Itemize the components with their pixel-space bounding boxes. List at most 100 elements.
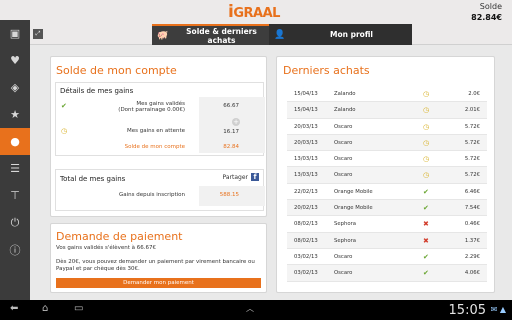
sidebar-item-guide[interactable]: ⊤ <box>0 182 30 209</box>
request-payment-button[interactable]: Demander mon paiement <box>56 278 261 288</box>
check-icon: ✔ <box>423 204 429 213</box>
details-box: Détails de mes gains ✔ Mes gains validés… <box>55 82 265 156</box>
achat-date: 13/03/13 <box>294 156 318 163</box>
achat-amount: 0.46€ <box>464 221 480 228</box>
paiement-line-3: Paypal et par chèque dès 30€. <box>56 266 140 272</box>
total-box: Total de mes gains Partager f Gains depu… <box>55 169 265 211</box>
validated-row: ✔ Mes gains validés (Dont parrainage 0.00… <box>56 100 265 118</box>
sidebar-item-top[interactable]: ★ <box>0 101 30 128</box>
achat-row[interactable]: 20/03/13 Oscaro ◷ 5.72€ <box>287 134 487 152</box>
achat-amount: 6.46€ <box>464 188 480 195</box>
achat-row[interactable]: 13/03/13 Oscaro ◷ 5.72€ <box>287 151 487 168</box>
details-title: Détails de mes gains <box>60 87 134 95</box>
achat-shop: Oscaro <box>334 156 353 163</box>
achats-table: 15/04/13 Zalando ◷ 2.0€ 15/04/13 Zalando ◷ 2.01… <box>287 86 487 282</box>
check-icon: ✔ <box>423 187 429 196</box>
achat-date: 03/02/13 <box>294 270 318 277</box>
achat-row[interactable]: 03/02/13 Oscaro ✔ 2.29€ <box>287 249 487 266</box>
achat-row[interactable]: 15/04/13 Zalando ◷ 2.0€ <box>287 86 487 103</box>
expand-icon[interactable]: ⤢ <box>33 29 43 39</box>
sidebar-item-offers[interactable]: ◈ <box>0 74 30 101</box>
achat-shop: Oscaro <box>334 270 353 277</box>
clock-icon: ◷ <box>423 90 430 98</box>
achat-amount: 2.0€ <box>468 91 480 97</box>
since-label: Gains depuis inscription <box>119 192 185 198</box>
achat-date: 08/02/13 <box>294 221 318 228</box>
tab-solde-label: Solde & derniers achats <box>186 26 257 45</box>
achats-panel: Derniers achats 15/04/13 Zalando ◷ 2.0€ 15/0… <box>276 56 495 293</box>
list-icon: ☰ <box>10 162 20 175</box>
clock: 15:05 <box>448 303 486 318</box>
achat-row[interactable]: 20/02/13 Orange Mobile ✔ 7.54€ <box>287 200 487 217</box>
status-icons: ✉ ▲ <box>490 305 506 314</box>
achat-amount: 1.37€ <box>464 237 480 244</box>
paiement-title: Demande de paiement <box>56 230 183 243</box>
info-icon: ⓘ <box>9 243 21 257</box>
sidebar-item-list[interactable]: ☰ <box>0 155 30 182</box>
validated-check-icon: ✔ <box>61 102 67 110</box>
pending-clock-icon: ◷ <box>61 127 68 135</box>
achat-row[interactable]: 08/02/13 Sephora ✖ 0.46€ <box>287 216 487 233</box>
check-icon: ✔ <box>423 269 429 278</box>
achat-amount: 5.72€ <box>464 139 480 146</box>
clock-icon: ◷ <box>423 171 430 180</box>
achat-row[interactable]: 20/03/13 Oscaro ◷ 5.72€ <box>287 119 487 135</box>
cross-icon: ✖ <box>423 236 429 245</box>
achat-shop: Orange Mobile <box>334 205 373 212</box>
heart-icon: ♥ <box>10 54 20 67</box>
signpost-icon: ⊤ <box>10 189 20 202</box>
validated-label-2: (Dont parrainage 0.00€) <box>118 107 185 113</box>
achat-shop: Zalando <box>334 91 356 97</box>
achat-date: 08/02/13 <box>294 237 318 244</box>
achat-date: 20/03/13 <box>294 139 318 146</box>
achat-amount: 7.54€ <box>464 205 480 212</box>
sidebar-item-store[interactable]: ▣ <box>0 20 30 47</box>
achat-shop: Oscaro <box>334 139 353 146</box>
achat-date: 22/02/13 <box>294 188 318 195</box>
achat-shop: Oscaro <box>334 172 353 179</box>
achat-date: 15/04/13 <box>294 91 318 97</box>
chevron-up-icon[interactable]: ︿ <box>246 303 254 314</box>
power-icon: ⏻ <box>10 215 20 229</box>
share-label: Partager <box>222 173 249 181</box>
igraal-logo[interactable]: iGRAAL <box>228 2 280 22</box>
cross-icon: ✖ <box>423 220 429 229</box>
header-solde-label: Solde <box>479 2 502 11</box>
sidebar: ▣ ♥ ◈ ★ ● ☰ ⊤ ⏻ ⓘ <box>0 20 30 300</box>
achat-date: 15/04/13 <box>294 107 318 114</box>
home-icon[interactable]: ⌂ <box>42 303 48 314</box>
logo-text: GRAAL <box>233 6 280 21</box>
achat-row[interactable]: 03/02/13 Oscaro ✔ 4.06€ <box>287 265 487 282</box>
achat-date: 03/02/13 <box>294 253 318 260</box>
achat-date: 13/03/13 <box>294 172 318 179</box>
achat-row[interactable]: 22/02/13 Orange Mobile ✔ 6.46€ <box>287 184 487 201</box>
share-link[interactable]: Partager f <box>222 173 259 181</box>
achat-shop: Orange Mobile <box>334 188 373 195</box>
sidebar-item-info[interactable]: ⓘ <box>0 236 30 263</box>
clock-icon: ◷ <box>423 155 430 164</box>
solde-title: Solde de mon compte <box>56 64 177 77</box>
achat-date: 20/03/13 <box>294 123 318 130</box>
paiement-panel: Demande de paiement Vos gains validés s'… <box>50 223 267 293</box>
achat-row[interactable]: 15/04/13 Zalando ◷ 2.01€ <box>287 102 487 119</box>
tab-profil[interactable]: 👤 Mon profil <box>269 24 412 45</box>
achat-row[interactable]: 13/03/13 Oscaro ◷ 5.72€ <box>287 167 487 184</box>
clock-icon: ◷ <box>423 106 430 115</box>
sidebar-item-account[interactable]: ● <box>0 128 30 155</box>
total-title: Total de mes gains <box>60 175 126 183</box>
achats-title: Derniers achats <box>283 64 370 77</box>
sidebar-item-logout[interactable]: ⏻ <box>0 209 30 236</box>
tab-solde[interactable]: 🐖 Solde & derniers achats <box>152 24 269 45</box>
user-icon: ● <box>10 135 20 148</box>
recent-apps-icon[interactable]: ▭ <box>74 303 83 314</box>
clock-icon: ◷ <box>423 122 430 131</box>
piggy-bank-icon: 🐖 <box>157 30 169 41</box>
back-icon[interactable]: ⬅ <box>10 303 18 314</box>
pending-value: 16.17 <box>223 129 239 135</box>
sidebar-item-favorites[interactable]: ♥ <box>0 47 30 74</box>
check-icon: ✔ <box>423 252 429 261</box>
tab-profil-label: Mon profil <box>330 30 373 39</box>
achat-amount: 4.06€ <box>464 270 480 277</box>
clock-icon: ◷ <box>423 138 430 147</box>
achat-row[interactable]: 08/02/13 Sephora ✖ 1.37€ <box>287 232 487 249</box>
